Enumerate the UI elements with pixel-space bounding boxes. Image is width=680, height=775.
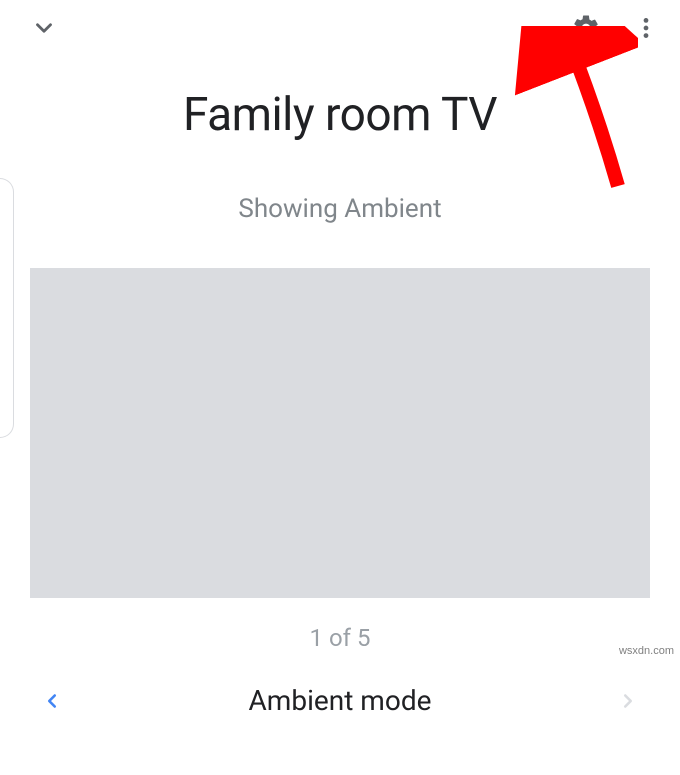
- mode-label: Ambient mode: [249, 684, 432, 717]
- top-bar-right: [570, 12, 662, 44]
- settings-gear-icon[interactable]: [570, 12, 602, 44]
- mode-row: Ambient mode: [0, 684, 680, 717]
- page-indicator: 1 of 5: [0, 624, 680, 652]
- device-status: Showing Ambient: [0, 194, 680, 224]
- device-title: Family room TV: [0, 88, 680, 142]
- side-handle[interactable]: [0, 178, 14, 438]
- collapse-chevron-icon[interactable]: [28, 12, 60, 44]
- more-vert-icon[interactable]: [630, 12, 662, 44]
- next-arrow-icon[interactable]: [612, 685, 644, 717]
- previous-arrow-icon[interactable]: [36, 685, 68, 717]
- preview-thumbnail[interactable]: [30, 268, 650, 598]
- top-bar: [0, 0, 680, 46]
- watermark: wsxdn.com: [619, 645, 674, 657]
- top-bar-left: [28, 12, 60, 44]
